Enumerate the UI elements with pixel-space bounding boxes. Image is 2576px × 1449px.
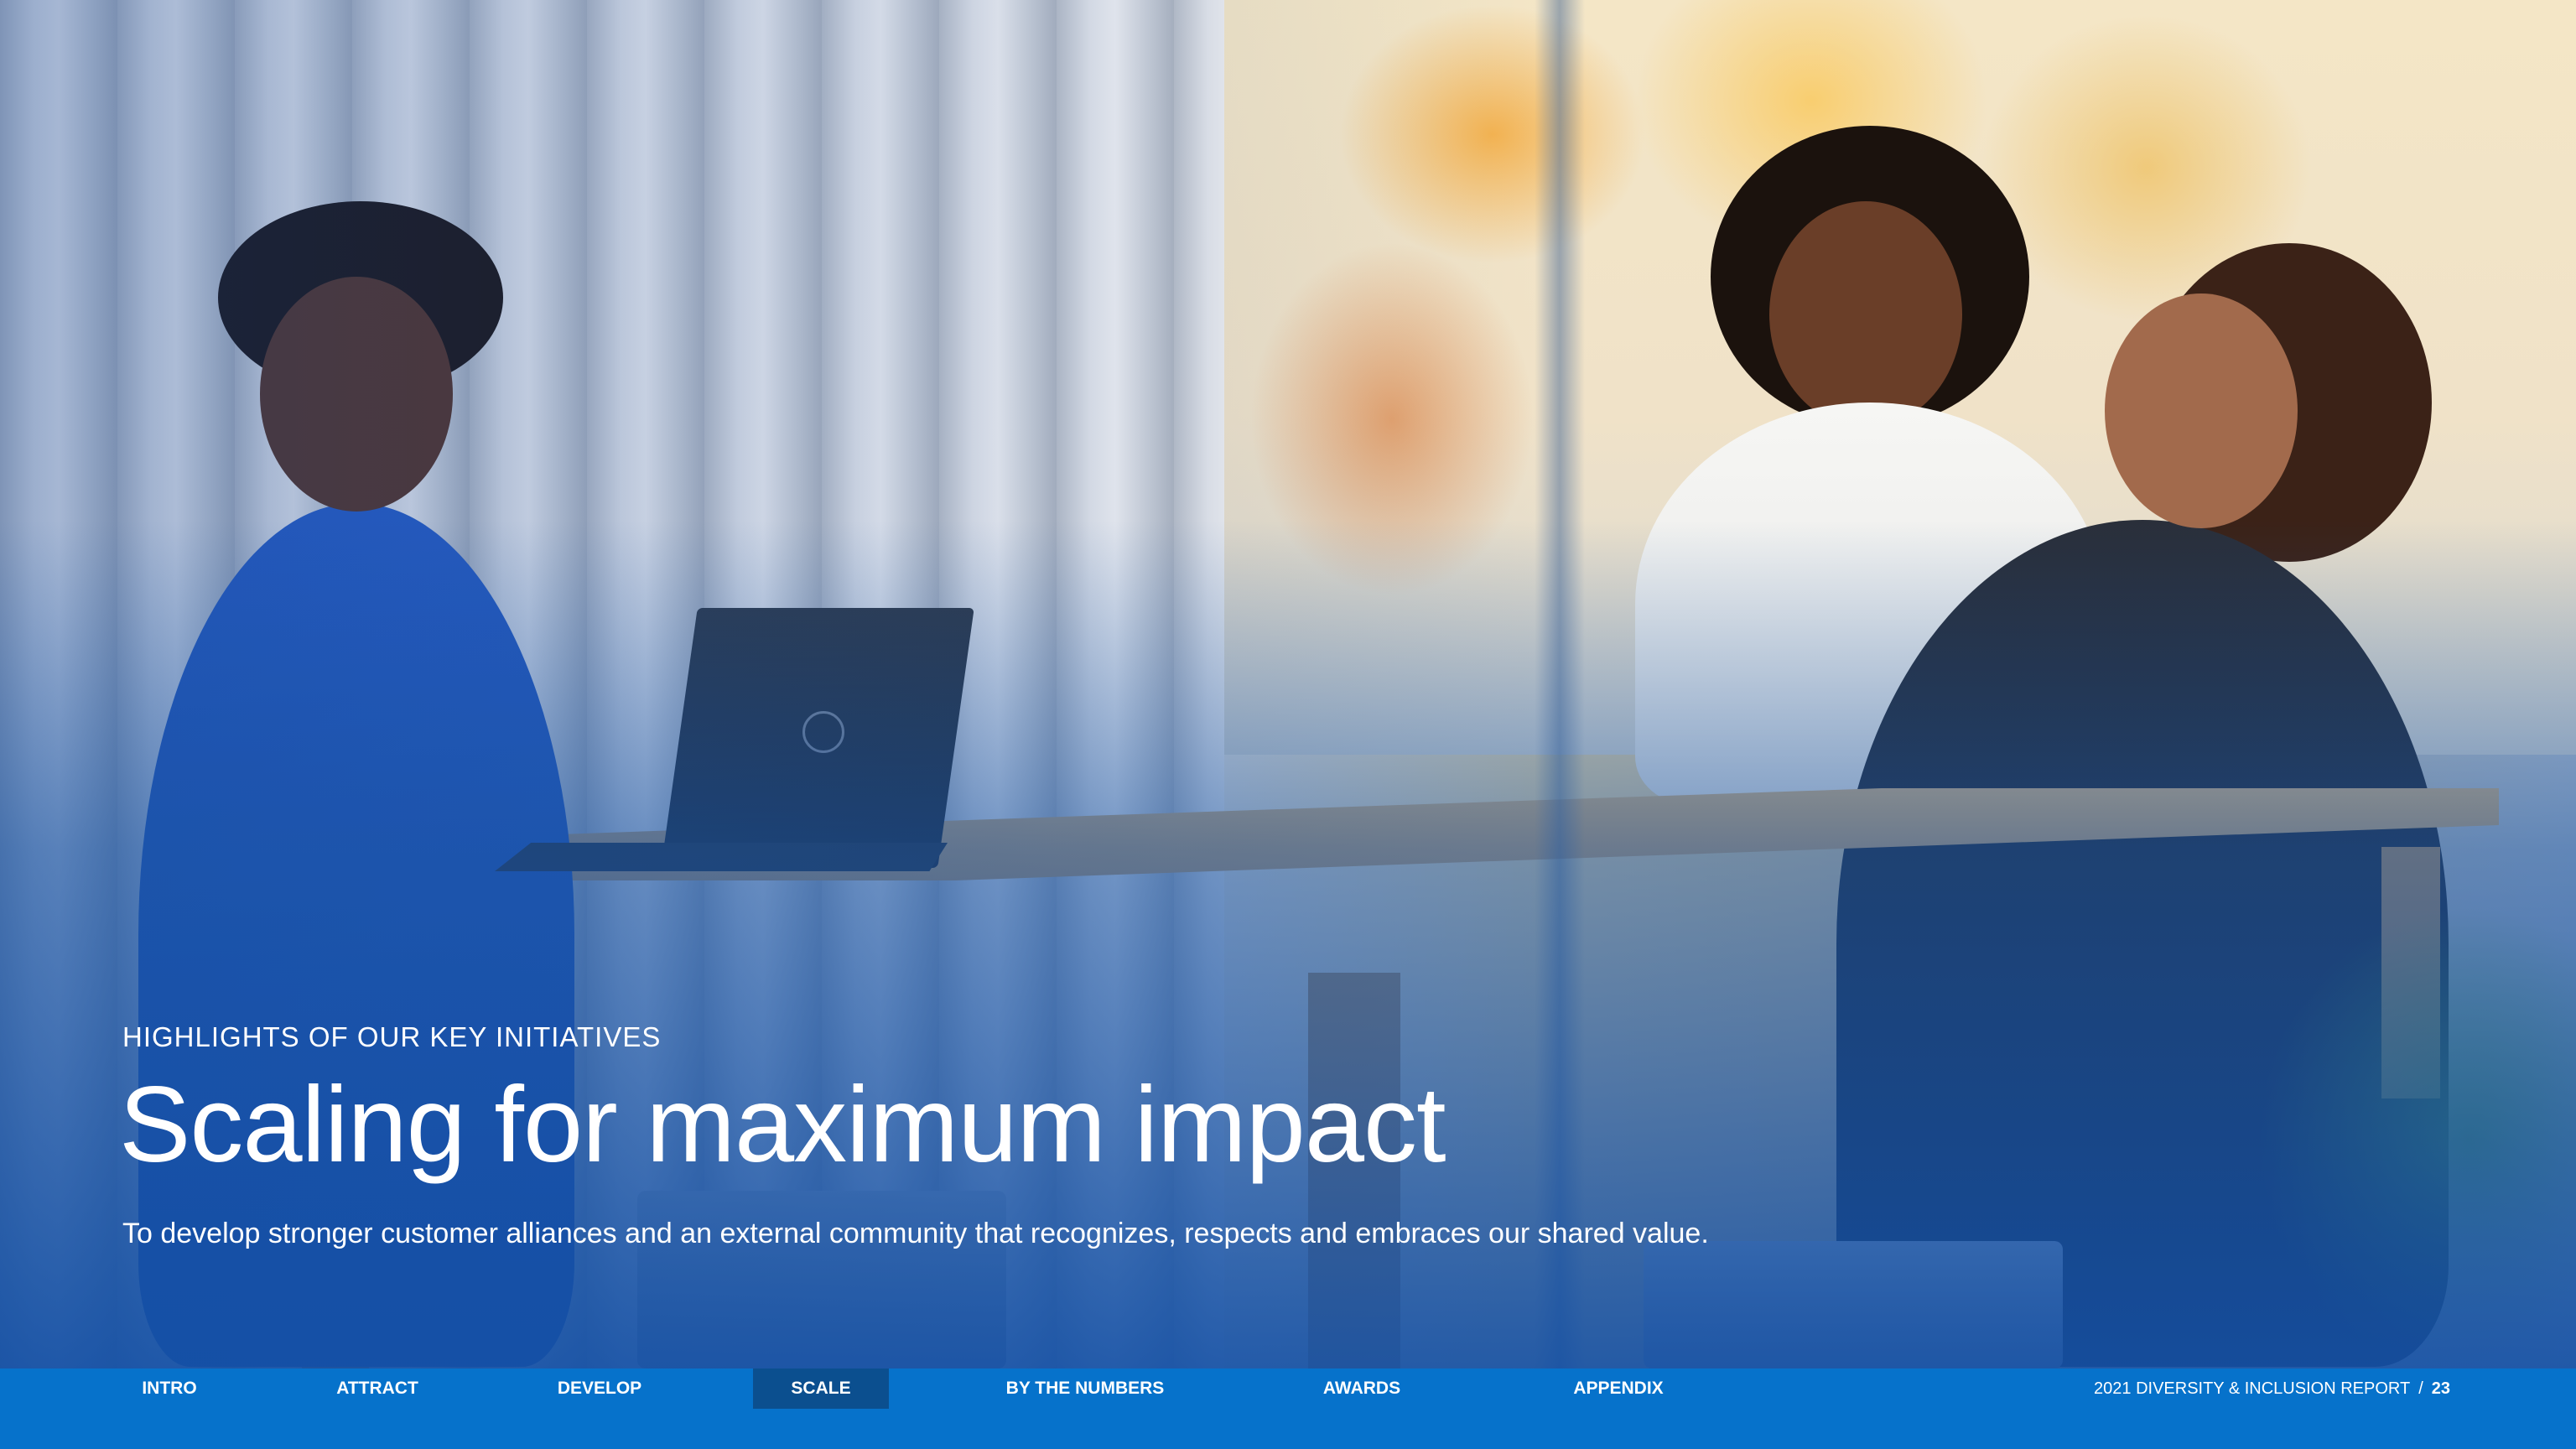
section-eyebrow: HIGHLIGHTS OF OUR KEY INITIATIVES <box>122 1021 662 1052</box>
nav-awards[interactable]: AWARDS <box>1308 1368 1415 1409</box>
footer-separator: / <box>2418 1379 2423 1398</box>
nav-attract[interactable]: ATTRACT <box>319 1368 436 1409</box>
report-footer: 2021 DIVERSITY & INCLUSION REPORT / 23 <box>2094 1368 2450 1409</box>
page-subtitle: To develop stronger customer alliances a… <box>122 1218 1709 1249</box>
page-number: 23 <box>2431 1379 2450 1398</box>
nav-develop[interactable]: DEVELOP <box>537 1368 662 1409</box>
report-page: HIGHLIGHTS OF OUR KEY INITIATIVES Scalin… <box>0 0 2576 1449</box>
nav-appendix[interactable]: APPENDIX <box>1551 1368 1685 1409</box>
nav-scale[interactable]: SCALE <box>753 1368 889 1409</box>
nav-intro[interactable]: INTRO <box>117 1368 221 1409</box>
report-title: 2021 DIVERSITY & INCLUSION REPORT <box>2094 1379 2411 1398</box>
page-title: Scaling for maximum impact <box>119 1065 1446 1185</box>
nav-by-the-numbers[interactable]: BY THE NUMBERS <box>981 1368 1189 1409</box>
